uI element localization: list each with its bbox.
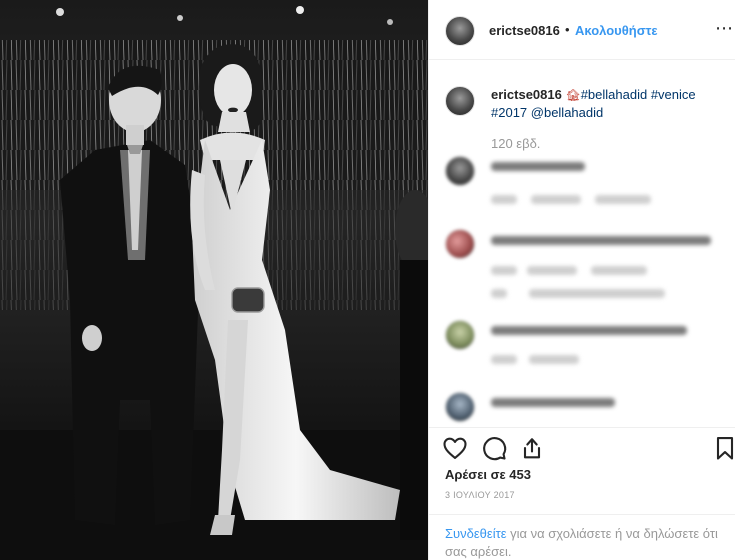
post-date[interactable]: 3 ΙΟΥΛΙΟΥ 2017 [445,490,515,500]
comment-meta-blurred [491,266,517,275]
comment-meta-blurred [491,289,507,298]
share-icon[interactable] [518,434,546,462]
comment-meta-blurred [595,195,651,204]
commenter-avatar [445,320,475,350]
comment-text-blurred [491,326,687,335]
comment-icon[interactable] [480,434,508,462]
follow-button[interactable]: Ακολουθήστε [575,23,658,38]
more-options-icon[interactable]: ⋯ [715,18,734,39]
comment-meta-blurred [531,195,581,204]
commenter-avatar [445,392,475,422]
likes-count[interactable]: Αρέσει σε 453 [445,467,531,482]
comment-meta-blurred [527,266,577,275]
caption-hashtags-line2[interactable]: #2017 @bellahadid [491,105,603,120]
post-side-panel: erictse0816 • Ακολουθήστε ⋯ erictse0816 … [428,0,735,560]
caption-text: erictse0816 🏚#bellahadid #venice #2017 @… [491,86,721,122]
commenter-avatar [445,229,475,259]
comment-text-blurred [491,398,615,407]
comment-meta-blurred [491,355,517,364]
bookmark-icon[interactable] [711,434,735,462]
comment-meta-blurred [591,266,647,275]
caption-username[interactable]: erictse0816 [491,87,562,102]
post-photo[interactable] [0,0,428,560]
heart-icon[interactable] [441,434,469,462]
caption-timestamp[interactable]: 120 εβδ. [491,136,540,151]
separator-dot: • [565,22,570,37]
comment-meta-blurred [491,195,517,204]
action-bar [429,427,735,467]
login-prompt-text: Συνδεθείτε για να σχολιάσετε ή να δηλώσε… [445,525,725,560]
comment-text-blurred [491,236,711,245]
author-avatar[interactable] [445,16,475,46]
post-header: erictse0816 • Ακολουθήστε ⋯ [429,0,735,60]
caption-hashtags-line1[interactable]: #bellahadid #venice [581,87,696,102]
commenter-avatar [445,156,475,186]
house-emoji-icon: 🏚 [565,88,581,102]
comment-meta-blurred [529,355,579,364]
login-link[interactable]: Συνδεθείτε [445,526,507,541]
author-username[interactable]: erictse0816 [489,23,560,38]
caption-avatar[interactable] [445,86,475,116]
photo-illustration [0,0,428,560]
comment-meta-blurred [529,289,665,298]
login-prompt: Συνδεθείτε για να σχολιάσετε ή να δηλώσε… [429,514,735,560]
comment-text-blurred [491,162,585,171]
